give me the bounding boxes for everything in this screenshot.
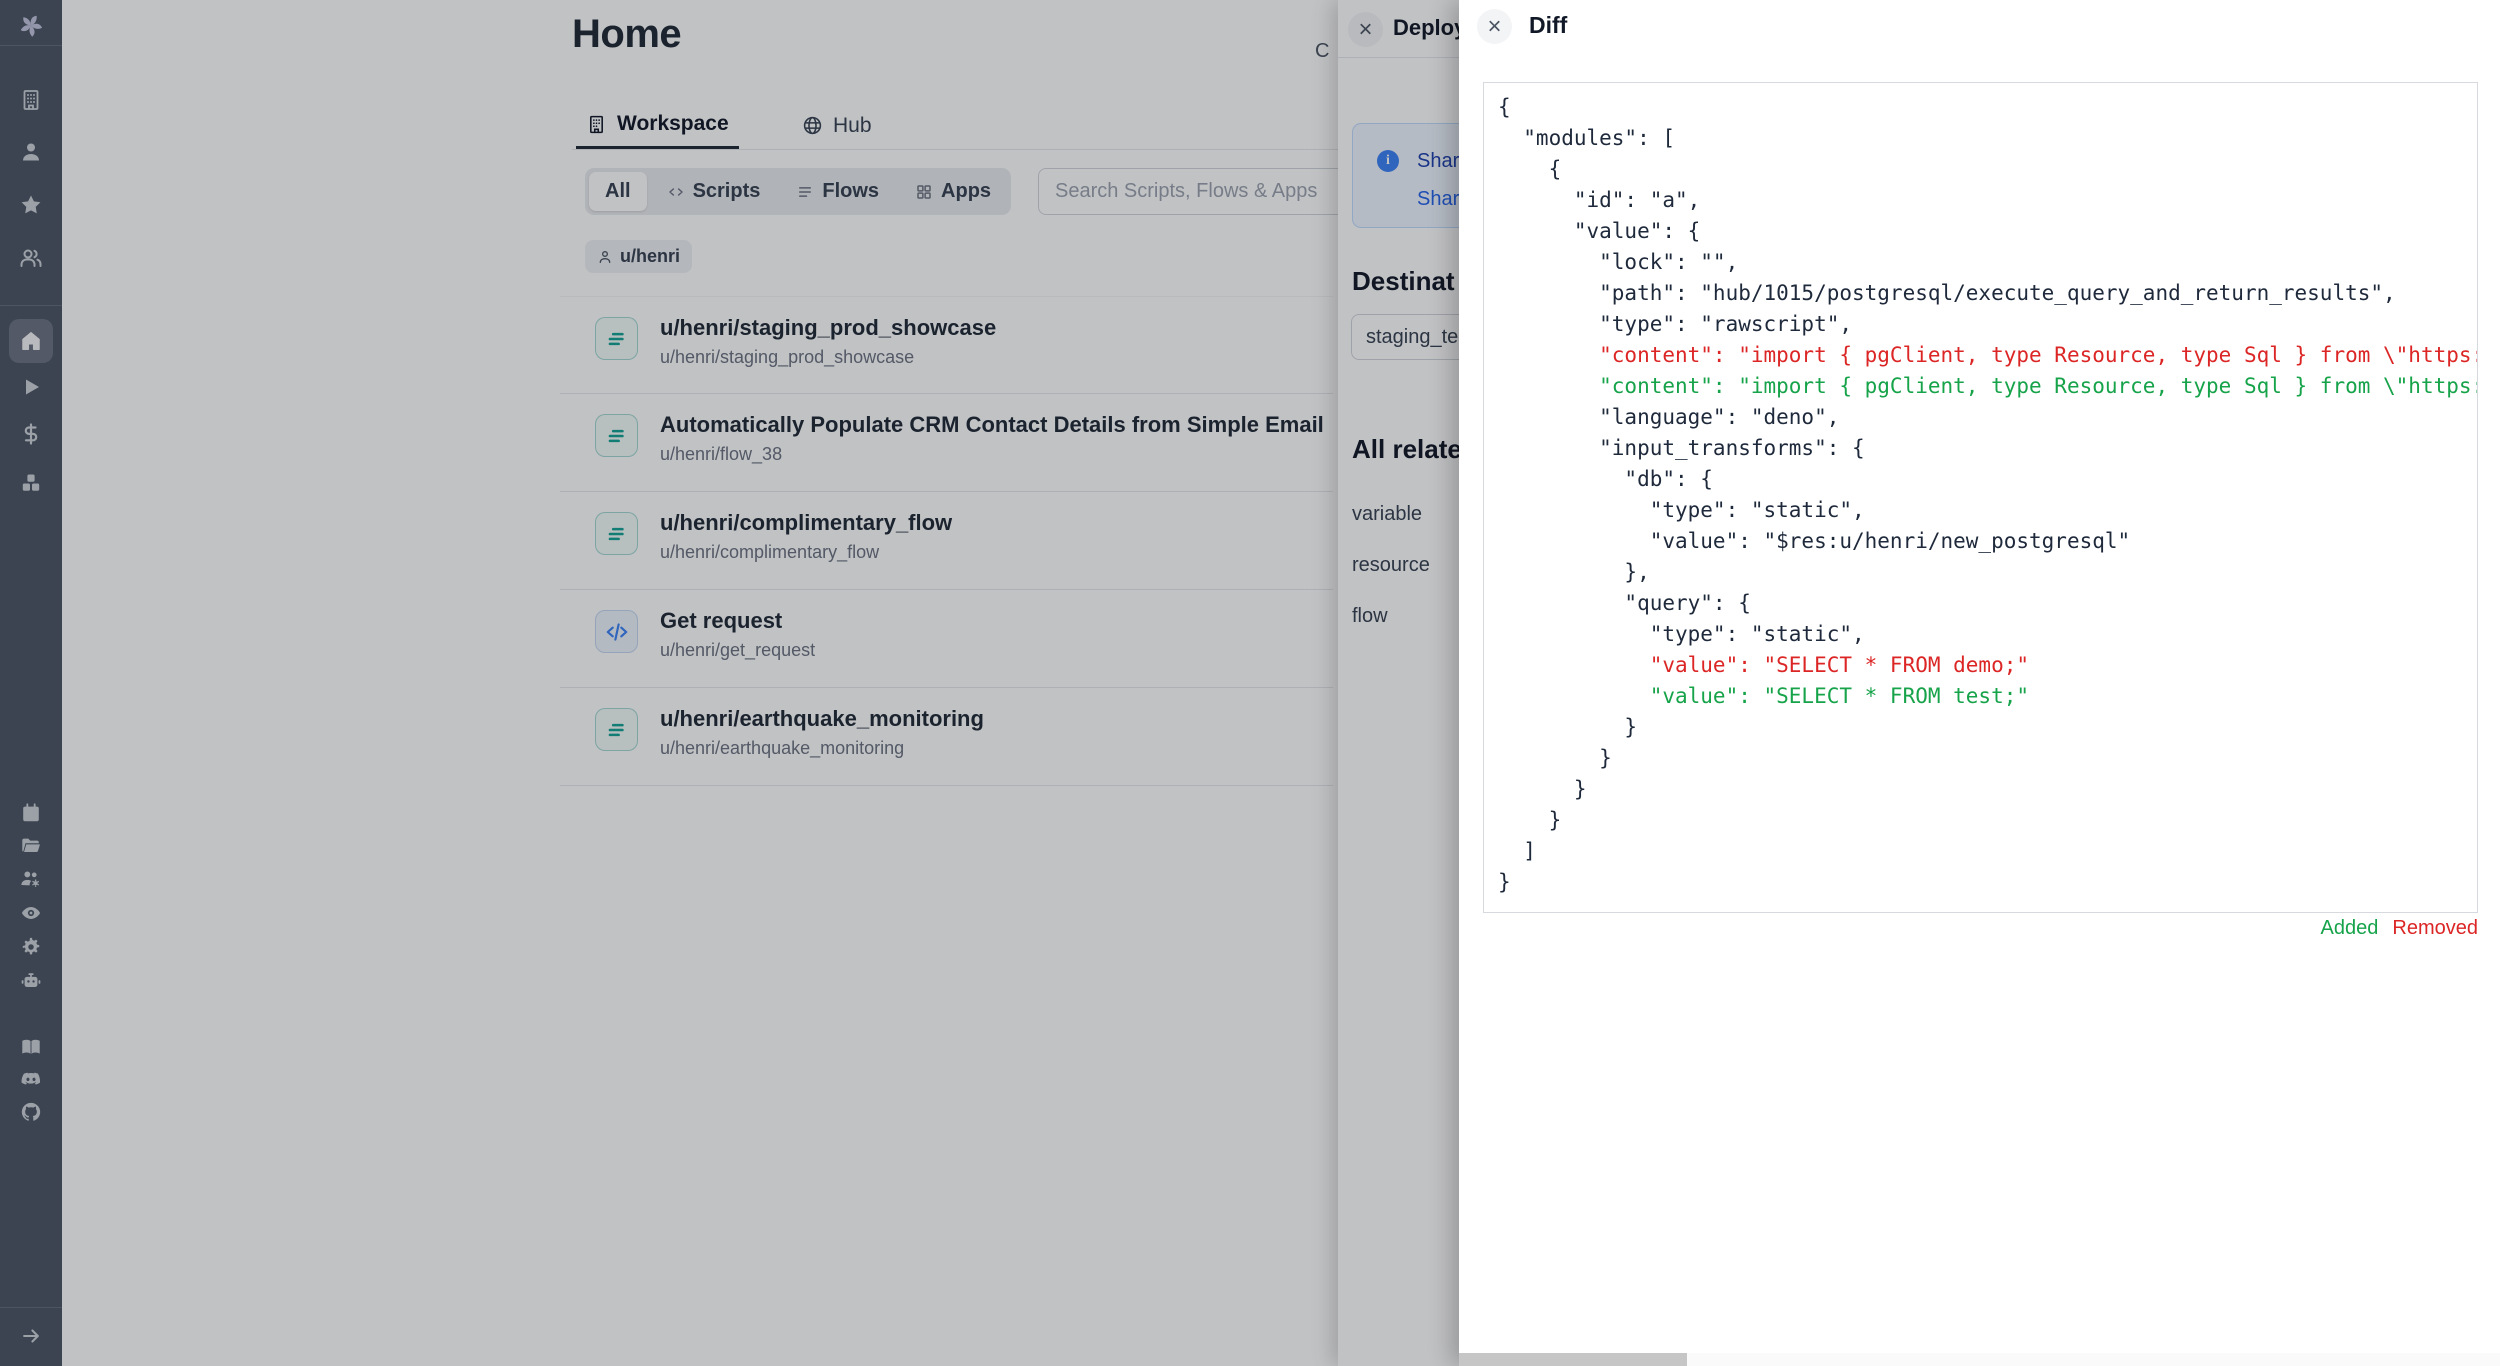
diff-line: } xyxy=(1498,805,2463,836)
legend-removed: Removed xyxy=(2392,917,2478,940)
diff-line: "query": { xyxy=(1498,588,2463,619)
modal-dim-overlay[interactable] xyxy=(0,0,1459,1366)
diff-line: "value": "SELECT * FROM demo;" xyxy=(1498,650,2463,681)
diff-line: "language": "deno", xyxy=(1498,402,2463,433)
diff-line: "input_transforms": { xyxy=(1498,433,2463,464)
diff-line: "value": { xyxy=(1498,216,2463,247)
diff-line: "type": "static", xyxy=(1498,619,2463,650)
app-window: Home C Workspace Hub All xyxy=(0,0,2500,1366)
diff-drawer: × Diff { "modules": [ { "id": "a", "valu… xyxy=(1459,0,2500,1366)
diff-line: } xyxy=(1498,867,2463,898)
diff-legend: Added Removed xyxy=(2321,917,2478,940)
diff-line: }, xyxy=(1498,557,2463,588)
diff-line: "id": "a", xyxy=(1498,185,2463,216)
diff-line: "type": "static", xyxy=(1498,495,2463,526)
diff-line: { xyxy=(1498,154,2463,185)
diff-line: "content": "import { pgClient, type Reso… xyxy=(1498,340,2463,371)
diff-line: } xyxy=(1498,743,2463,774)
diff-line: "value": "$res:u/henri/new_postgresql" xyxy=(1498,526,2463,557)
diff-line: "value": "SELECT * FROM test;" xyxy=(1498,681,2463,712)
diff-line: { xyxy=(1498,92,2463,123)
diff-line: } xyxy=(1498,774,2463,805)
diff-line: "content": "import { pgClient, type Reso… xyxy=(1498,371,2463,402)
diff-line: } xyxy=(1498,712,2463,743)
diff-line: "path": "hub/1015/postgresql/execute_que… xyxy=(1498,278,2463,309)
diff-line: "modules": [ xyxy=(1498,123,2463,154)
diff-line: "type": "rawscript", xyxy=(1498,309,2463,340)
diff-line: ] xyxy=(1498,836,2463,867)
horizontal-scrollbar-track[interactable] xyxy=(1459,1353,2500,1366)
diff-line: "db": { xyxy=(1498,464,2463,495)
legend-added: Added xyxy=(2321,917,2379,940)
diff-drawer-title: Diff xyxy=(1529,12,1567,39)
diff-code-viewer: { "modules": [ { "id": "a", "value": { "… xyxy=(1483,82,2478,913)
diff-line: "lock": "", xyxy=(1498,247,2463,278)
horizontal-scrollbar-thumb[interactable] xyxy=(1459,1353,1687,1366)
close-icon[interactable]: × xyxy=(1477,9,1512,44)
